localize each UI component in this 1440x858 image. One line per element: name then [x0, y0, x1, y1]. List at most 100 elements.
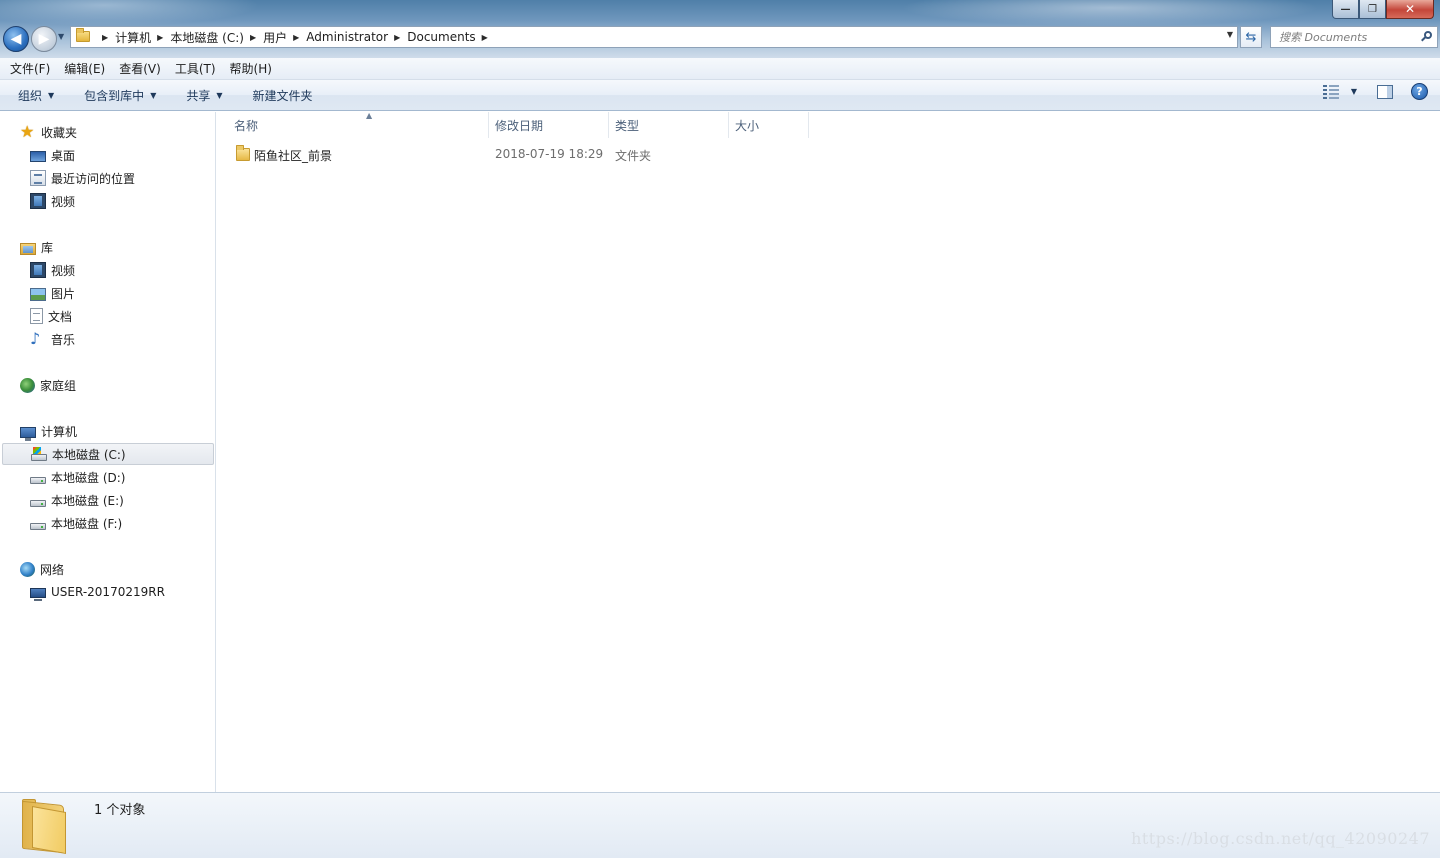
include-in-library-label: 包含到库中 [84, 88, 145, 103]
recent-pages-dropdown[interactable]: ▼ [58, 32, 68, 44]
search-box[interactable] [1270, 26, 1438, 48]
sidebar-homegroup[interactable]: 家庭组 [0, 374, 214, 396]
new-folder-button[interactable]: 新建文件夹 [245, 83, 321, 107]
sidebar-item-recent-places[interactable]: 最近访问的位置 [0, 167, 214, 189]
sidebar-network[interactable]: 网络 [0, 558, 214, 580]
sidebar-item-label: 本地磁盘 (E:) [51, 493, 124, 508]
view-options-dropdown[interactable]: ▼ [1351, 87, 1357, 96]
breadcrumb: ▶ 计算机 ▶ 本地磁盘 (C:) ▶ 用户 ▶ Administrator ▶… [96, 27, 495, 47]
breadcrumb-drive-c[interactable]: 本地磁盘 (C:) [170, 29, 244, 46]
close-button[interactable]: ✕ [1386, 0, 1434, 19]
sidebar-item-network-pc[interactable]: USER-20170219RR [0, 581, 214, 603]
column-header-name[interactable]: 名称 ▲ [228, 111, 489, 138]
drive-icon [30, 499, 46, 507]
forward-arrow-icon: ▶ [38, 31, 50, 47]
refresh-button[interactable]: ⇆ [1240, 26, 1262, 48]
network-computer-icon [30, 588, 46, 601]
breadcrumb-separator-icon[interactable]: ▶ [157, 33, 163, 42]
sidebar-computer[interactable]: 计算机 [0, 420, 214, 442]
table-row[interactable]: 陌鱼社区_前景 2018-07-19 18:29 文件夹 [230, 144, 790, 166]
search-icon[interactable] [1421, 31, 1432, 42]
menu-view[interactable]: 查看(V) [112, 59, 168, 79]
maximize-icon: ❐ [1368, 3, 1377, 15]
computer-icon [20, 426, 36, 441]
breadcrumb-separator-icon[interactable]: ▶ [102, 33, 108, 42]
share-label: 共享 [186, 88, 211, 103]
organize-button[interactable]: 组织 ▼ [10, 83, 62, 107]
breadcrumb-separator-icon[interactable]: ▶ [394, 33, 400, 42]
sidebar-item-music[interactable]: ♪ 音乐 [0, 328, 214, 350]
column-header-label: 大小 [735, 118, 760, 133]
help-icon[interactable]: ? [1411, 83, 1428, 100]
music-note-icon: ♪ [30, 329, 41, 348]
forward-button[interactable]: ▶ [31, 26, 57, 52]
breadcrumb-documents[interactable]: Documents [407, 30, 475, 44]
column-header-modified[interactable]: 修改日期 [489, 112, 609, 138]
include-in-library-button[interactable]: 包含到库中 ▼ [76, 83, 164, 107]
address-history-dropdown[interactable]: ▼ [1227, 30, 1233, 39]
chevron-down-icon: ▼ [48, 90, 55, 100]
sidebar-item-label: 视频 [51, 194, 76, 209]
sidebar-item-drive-f[interactable]: 本地磁盘 (F:) [0, 512, 214, 534]
desktop-icon [30, 150, 46, 162]
search-input[interactable] [1279, 30, 1419, 44]
sidebar-item-label: 收藏夹 [41, 125, 78, 140]
sidebar-favorites[interactable]: ★ 收藏夹 [0, 121, 214, 143]
column-header-label: 类型 [615, 118, 640, 133]
sidebar-item-pictures[interactable]: 图片 [0, 282, 214, 304]
item-count: 1 个对象 [94, 803, 146, 818]
sidebar-item-desktop[interactable]: 桌面 [0, 144, 214, 166]
picture-icon [30, 287, 46, 301]
minimize-button[interactable]: — [1332, 0, 1359, 19]
breadcrumb-administrator[interactable]: Administrator [306, 30, 388, 44]
column-header-type[interactable]: 类型 [609, 112, 729, 138]
breadcrumb-separator-icon[interactable]: ▶ [293, 33, 299, 42]
navigation-pane: ★ 收藏夹 桌面 最近访问的位置 视频 库 视频 图片 文档 ♪ 音乐 家庭组 … [0, 112, 216, 792]
breadcrumb-users[interactable]: 用户 [263, 29, 287, 46]
file-modified: 2018-07-19 18:29 [495, 147, 604, 161]
breadcrumb-computer[interactable]: 计算机 [115, 29, 151, 46]
drive-icon [30, 476, 46, 484]
sidebar-item-favorites-videos[interactable]: 视频 [0, 190, 214, 212]
file-list: 名称 ▲ 修改日期 类型 大小 陌鱼社区_前景 2018-07-19 18:29… [216, 111, 1440, 792]
menu-tools[interactable]: 工具(T) [168, 59, 223, 79]
menu-edit[interactable]: 编辑(E) [57, 59, 112, 79]
sidebar-item-label: 本地磁盘 (C:) [52, 447, 126, 462]
title-bar-glow-right [900, 0, 1320, 26]
network-icon [20, 561, 35, 577]
sidebar-item-drive-d[interactable]: 本地磁盘 (D:) [0, 466, 214, 488]
sidebar-item-label: 网络 [40, 562, 65, 577]
back-arrow-icon: ◀ [10, 31, 22, 47]
folder-icon [22, 799, 70, 854]
command-bar: 组织 ▼ 包含到库中 ▼ 共享 ▼ 新建文件夹 ▼ ? [0, 80, 1440, 111]
share-button[interactable]: 共享 ▼ [178, 83, 230, 107]
back-button[interactable]: ◀ [3, 26, 29, 52]
menu-file[interactable]: 文件(F) [3, 59, 57, 79]
sidebar-item-drive-c[interactable]: 本地磁盘 (C:) [2, 443, 214, 465]
sidebar-item-videos[interactable]: 视频 [0, 259, 214, 281]
close-icon: ✕ [1404, 2, 1416, 16]
column-header-size[interactable]: 大小 [729, 112, 809, 138]
maximize-button[interactable]: ❐ [1359, 0, 1386, 19]
breadcrumb-separator-icon[interactable]: ▶ [482, 33, 488, 42]
change-view-icon[interactable] [1322, 84, 1339, 99]
window-controls: — ❐ ✕ [1332, 0, 1434, 19]
column-header-label: 名称 [234, 118, 259, 133]
chevron-down-icon: ▼ [216, 90, 223, 100]
sidebar-item-documents[interactable]: 文档 [0, 305, 214, 327]
sidebar-item-drive-e[interactable]: 本地磁盘 (E:) [0, 489, 214, 511]
sidebar-item-label: 本地磁盘 (F:) [51, 516, 123, 531]
address-bar[interactable]: ▶ 计算机 ▶ 本地磁盘 (C:) ▶ 用户 ▶ Administrator ▶… [70, 26, 1238, 48]
preview-pane-icon[interactable] [1377, 84, 1393, 99]
sidebar-libraries[interactable]: 库 [0, 236, 214, 258]
library-icon [20, 242, 36, 255]
drive-icon [30, 522, 46, 530]
menu-bar: 文件(F) 编辑(E) 查看(V) 工具(T) 帮助(H) [0, 58, 1440, 80]
sidebar-item-label: 库 [41, 240, 54, 255]
file-type: 文件夹 [615, 149, 652, 163]
breadcrumb-separator-icon[interactable]: ▶ [250, 33, 256, 42]
video-icon [30, 193, 46, 209]
menu-help[interactable]: 帮助(H) [223, 59, 279, 79]
star-icon: ★ [20, 122, 35, 141]
sidebar-item-label: 最近访问的位置 [51, 171, 136, 186]
